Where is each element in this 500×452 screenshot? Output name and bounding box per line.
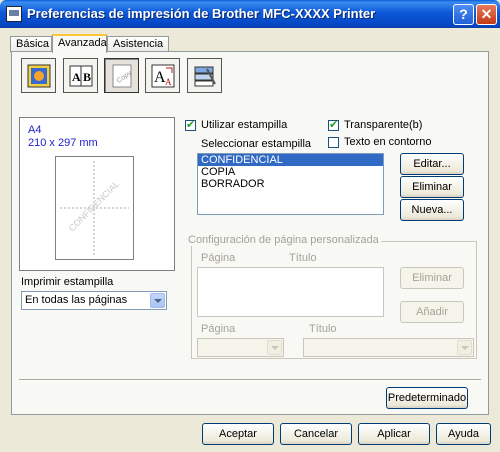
add-button[interactable]: Añadir [400,301,464,323]
apply-button[interactable]: Aplicar [358,423,430,445]
title-select[interactable] [303,338,474,357]
custom-page-title: Configuración de página personalizada [186,234,381,246]
scaling-icon: A A [151,64,175,88]
print-watermark-value: En todas las páginas [25,294,128,306]
transparent-checkbox[interactable] [328,118,339,131]
list-item[interactable]: BORRADOR [198,178,383,190]
device-options-icon-button[interactable] [187,58,222,93]
print-preferences-window: Preferencias de impresión de Brother MFC… [0,0,500,452]
use-watermark-label: Utilizar estampilla [201,119,288,131]
chevron-down-icon[interactable] [150,293,165,308]
close-button[interactable]: ✕ [476,4,497,25]
print-watermark-label: Imprimir estampilla [21,276,114,288]
svg-text:A: A [72,70,81,84]
outline-text-checkbox[interactable] [328,137,339,148]
scaling-icon-button[interactable]: A A [145,58,180,93]
device-options-icon [194,66,216,87]
separator [19,379,481,381]
edit-button[interactable]: Editar... [400,153,464,175]
page-field-label: Página [201,323,236,335]
custom-page-list[interactable] [197,267,384,317]
print-watermark-select[interactable]: En todas las páginas [21,291,167,310]
paper-dimensions: 210 x 297 mm [28,137,98,149]
outline-text-label: Texto en contorno [344,136,432,148]
page-select[interactable] [197,338,284,357]
cancel-button[interactable]: Cancelar [280,423,352,445]
watermark-icon-button[interactable]: Copy [104,58,139,93]
paper-size-name: A4 [28,124,42,136]
quality-icon-button[interactable] [21,58,56,93]
list-item[interactable]: CONFIDENCIAL [198,154,383,166]
duplex-icon-button[interactable]: A B [63,58,98,93]
quality-icon [27,64,51,88]
window-title: Preferencias de impresión de Brother MFC… [27,6,376,21]
tab-asistencia[interactable]: Asistencia [107,36,169,52]
custom-delete-button[interactable]: Eliminar [400,267,464,289]
select-watermark-label: Seleccionar estampilla [201,138,312,150]
new-button[interactable]: Nueva... [400,199,464,221]
list-item[interactable]: COPIA [198,166,383,178]
duplex-icon: A B [69,65,93,87]
chevron-down-icon[interactable] [457,340,472,355]
watermark-icon: Copy [112,64,134,88]
tab-basica[interactable]: Básica [10,36,52,52]
chevron-down-icon[interactable] [267,340,282,355]
help-button[interactable]: Ayuda [436,423,491,445]
use-watermark-checkbox[interactable] [185,118,196,131]
preview-page: CONFIDENCIAL [55,156,134,260]
watermark-list[interactable]: CONFIDENCIAL COPIA BORRADOR [197,153,384,215]
svg-text:B: B [83,70,91,84]
transparent-label: Transparente(b) [344,119,423,131]
column-title: Título [289,252,317,264]
delete-button[interactable]: Eliminar [400,176,464,198]
title-bar[interactable]: Preferencias de impresión de Brother MFC… [0,0,500,28]
ok-button[interactable]: Aceptar [202,423,274,445]
column-page: Página [201,252,236,264]
help-title-button[interactable]: ? [453,4,474,25]
tab-avanzada[interactable]: Avanzada [52,34,107,53]
watermark-preview: A4 210 x 297 mm CONFIDENCIAL [19,117,175,271]
title-field-label: Título [309,323,337,335]
default-button[interactable]: Predeterminado [386,387,468,409]
printer-icon [6,6,22,22]
svg-text:A: A [165,77,172,87]
